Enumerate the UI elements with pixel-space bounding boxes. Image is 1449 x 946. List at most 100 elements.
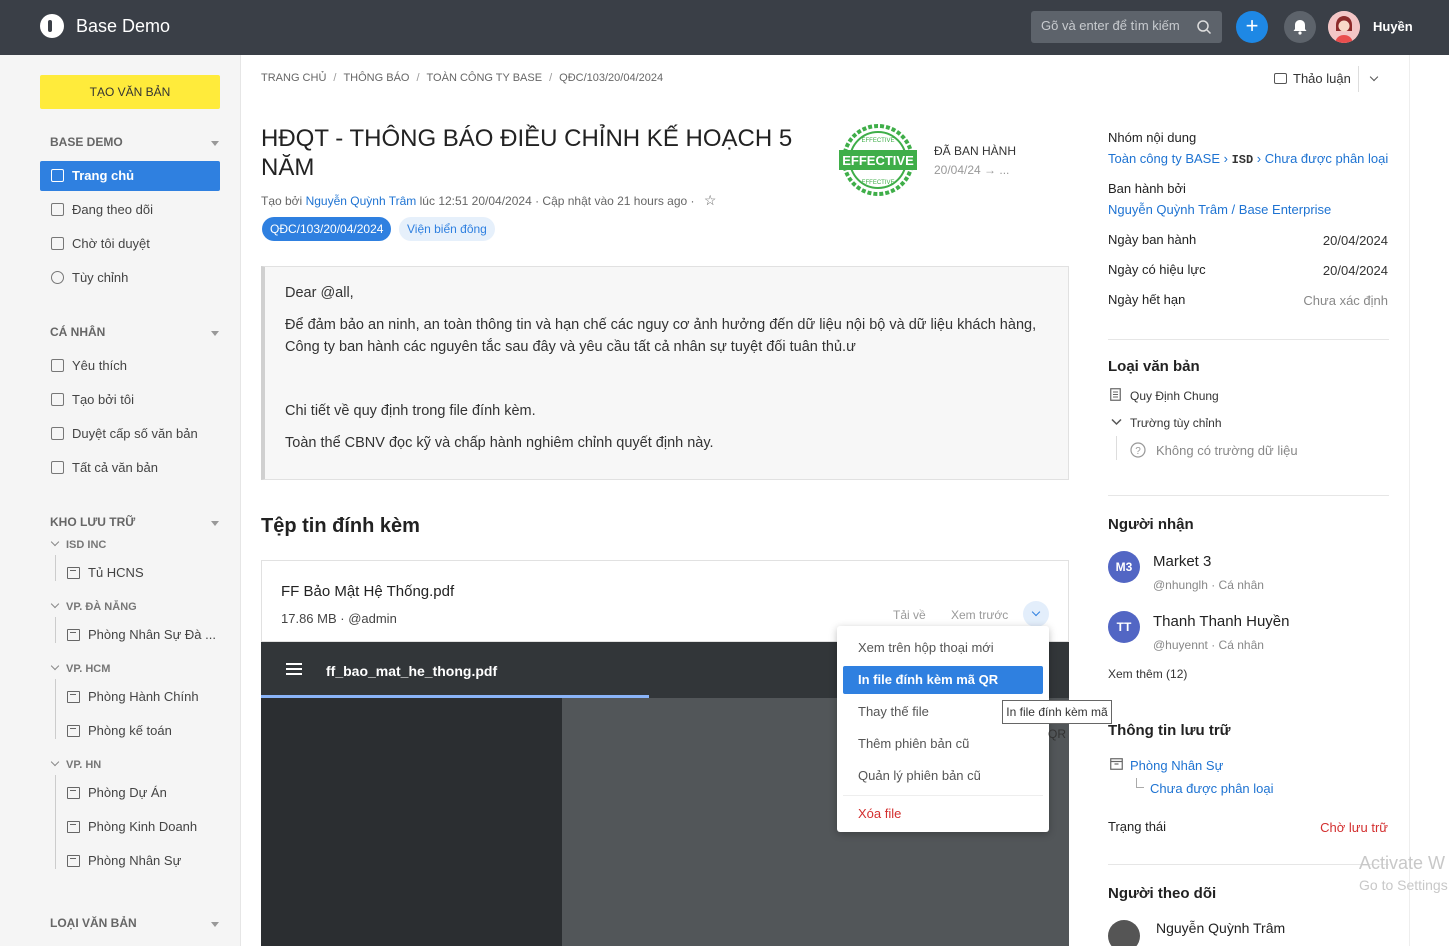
chevron-down-icon [50, 661, 60, 671]
menu-item-add-old-version[interactable]: Thêm phiên bản cũ [843, 730, 1043, 758]
storage-group-da-nang[interactable]: VP. ĐÀ NẴNG [50, 599, 137, 613]
storage-folder-label: Phòng Nhân Sự [88, 853, 182, 868]
search-box[interactable] [1031, 11, 1222, 43]
archive-box-icon [67, 567, 80, 579]
storage-folder-link[interactable]: Phòng Nhân Sự [1130, 758, 1223, 773]
app-title[interactable]: Base Demo [76, 16, 170, 37]
storage-sub-link[interactable]: Chưa được phân loại [1150, 781, 1274, 796]
sidebar-item-created-by-me[interactable]: Tạo bởi tôi [40, 385, 220, 415]
storage-folder-item[interactable]: Phòng Dự Án [66, 780, 220, 806]
chevron-down-icon[interactable] [1111, 418, 1122, 426]
follower-avatar[interactable] [1108, 920, 1140, 946]
menu-item-delete-file[interactable]: Xóa file [843, 800, 1043, 828]
activation-watermark: Activate W [1359, 853, 1446, 873]
attachment-options-button[interactable] [1023, 601, 1049, 627]
storage-group-label: VP. HN [66, 759, 102, 771]
storage-folder-item[interactable]: Phòng kế toán [66, 718, 220, 744]
chart-icon [51, 203, 64, 216]
storage-group-hcm[interactable]: VP. HCM [50, 661, 111, 675]
notification-bell-icon[interactable] [1284, 11, 1316, 43]
download-button[interactable]: Tải về [893, 608, 926, 622]
menu-item-open-dialog[interactable]: Xem trên hộp thoại mới [843, 634, 1043, 662]
sidebar-item-label: Đang theo dõi [72, 202, 153, 217]
archive-box-icon [67, 821, 80, 833]
section-collapse-caret-icon[interactable] [211, 141, 219, 146]
activation-watermark-sub: Go to Settings [1359, 877, 1448, 893]
hamburger-menu-icon[interactable] [286, 663, 302, 675]
content-group-link[interactable]: Toàn công ty BASE [1108, 151, 1220, 166]
section-personal[interactable]: CÁ NHÂN [50, 325, 105, 339]
document-number-tag[interactable]: QĐC/103/20/04/2024 [262, 217, 392, 241]
recipient-name[interactable]: Market 3 [1153, 553, 1211, 570]
meta-suffix: lúc 12:51 20/04/2024 · Cập nhật vào 21 h… [419, 194, 695, 208]
breadcrumb: TRANG CHỦ / THÔNG BÁO / TOÀN CÔNG TY BASE / QĐ… [261, 72, 664, 84]
tree-line [55, 555, 56, 581]
archive-box-icon [67, 691, 80, 703]
storage-folder-item[interactable]: Phòng Hành Chính [66, 684, 220, 710]
create-document-button[interactable]: TẠO VĂN BẢN [40, 75, 220, 109]
recipient-avatar[interactable]: M3 [1108, 551, 1140, 583]
breadcrumb-item[interactable]: THÔNG BÁO [343, 72, 409, 84]
section-document-types[interactable]: LOẠI VĂN BẢN [50, 916, 137, 930]
see-more-link[interactable]: Xem thêm (12) [1108, 667, 1187, 681]
attachment-file-name[interactable]: FF Bảo Mật Hệ Thống.pdf [281, 583, 454, 600]
sidebar-item-home[interactable]: Trang chủ [40, 161, 220, 191]
preview-button[interactable]: Xem trước [951, 608, 1008, 622]
recipient-avatar[interactable]: TT [1108, 611, 1140, 643]
document-icon [51, 393, 64, 406]
user-avatar[interactable] [1328, 11, 1360, 43]
storage-group-isd[interactable]: ISD INC [50, 537, 106, 551]
sidebar-item-pending-approval[interactable]: Chờ tôi duyệt [40, 229, 220, 259]
chevron-down-icon [50, 599, 60, 609]
storage-folder-label: Phòng kế toán [88, 723, 172, 738]
breadcrumb-item[interactable]: QĐC/103/20/04/2024 [559, 72, 663, 84]
storage-folder-item[interactable]: Phòng Nhân Sự Đà ... [66, 622, 220, 648]
storage-group-label: VP. HCM [66, 663, 111, 675]
storage-folder-label: Phòng Nhân Sự Đà ... [88, 627, 216, 642]
storage-folder-item[interactable]: Phòng Nhân Sự [66, 848, 220, 874]
breadcrumb-item[interactable]: TRANG CHỦ [261, 72, 326, 84]
section-collapse-caret-icon[interactable] [211, 922, 219, 927]
custom-fields-label[interactable]: Trường tùy chỉnh [1130, 416, 1222, 430]
expire-date-label: Ngày hết hạn [1108, 292, 1186, 307]
sidebar-item-customize[interactable]: Tùy chỉnh [40, 263, 220, 293]
menu-item-print-qr[interactable]: In file đính kèm mã QR [843, 666, 1043, 694]
breadcrumb-item[interactable]: TOÀN CÔNG TY BASE [427, 72, 543, 84]
recipient-sub: @nhunglh · Cá nhân [1153, 578, 1264, 592]
doc-type-heading: Loại văn bản [1108, 358, 1200, 375]
discussion-button[interactable]: Thảo luận [1274, 71, 1351, 86]
sidebar-item-approve-numbering[interactable]: Duyệt cấp số văn bản [40, 419, 220, 449]
user-name[interactable]: Huyền [1373, 19, 1413, 34]
section-base-demo[interactable]: BASE DEMO [50, 135, 123, 149]
sidebar-item-label: Chờ tôi duyệt [72, 236, 150, 251]
tree-line [1136, 778, 1144, 788]
follower-name[interactable]: Nguyễn Quỳnh Trâm [1156, 920, 1285, 936]
storage-group-hn[interactable]: VP. HN [50, 757, 102, 771]
followers-heading: Người theo dõi [1108, 885, 1217, 902]
section-storage[interactable]: KHO LƯU TRỮ [50, 515, 135, 529]
search-input[interactable] [1041, 18, 1191, 33]
storage-folder-item[interactable]: Tủ HCNS [66, 560, 220, 586]
section-collapse-caret-icon[interactable] [211, 521, 219, 526]
sidebar-item-label: Trang chủ [72, 168, 135, 183]
effective-date-label: Ngày có hiệu lực [1108, 262, 1206, 277]
star-icon[interactable]: ☆ [704, 192, 717, 209]
author-link[interactable]: Nguyễn Quỳnh Trâm [306, 194, 417, 208]
search-icon[interactable] [1196, 19, 1212, 35]
sidebar-item-all-documents[interactable]: Tất cả văn bản [40, 453, 220, 483]
content-group-link[interactable]: Chưa được phân loại [1265, 151, 1389, 166]
document-tag[interactable]: Viện biển đông [399, 217, 495, 241]
menu-item-manage-versions[interactable]: Quản lý phiên bản cũ [843, 762, 1043, 790]
archive-box-icon [67, 725, 80, 737]
pdf-thumbnail-panel[interactable] [261, 698, 562, 946]
storage-folder-item[interactable]: Phòng Kinh Doanh [66, 814, 220, 840]
sidebar-item-favorites[interactable]: Yêu thích [40, 351, 220, 381]
sidebar-item-following[interactable]: Đang theo dõi [40, 195, 220, 225]
doc-type-value: Quy Định Chung [1130, 389, 1219, 403]
chevron-down-icon[interactable] [1369, 72, 1379, 82]
section-collapse-caret-icon[interactable] [211, 331, 219, 336]
app-logo-icon[interactable] [40, 14, 64, 38]
recipient-name[interactable]: Thanh Thanh Huyền [1153, 613, 1290, 630]
create-plus-button[interactable]: + [1236, 11, 1268, 43]
issued-by-link[interactable]: Nguyễn Quỳnh Trâm / Base Enterprise [1108, 202, 1331, 217]
